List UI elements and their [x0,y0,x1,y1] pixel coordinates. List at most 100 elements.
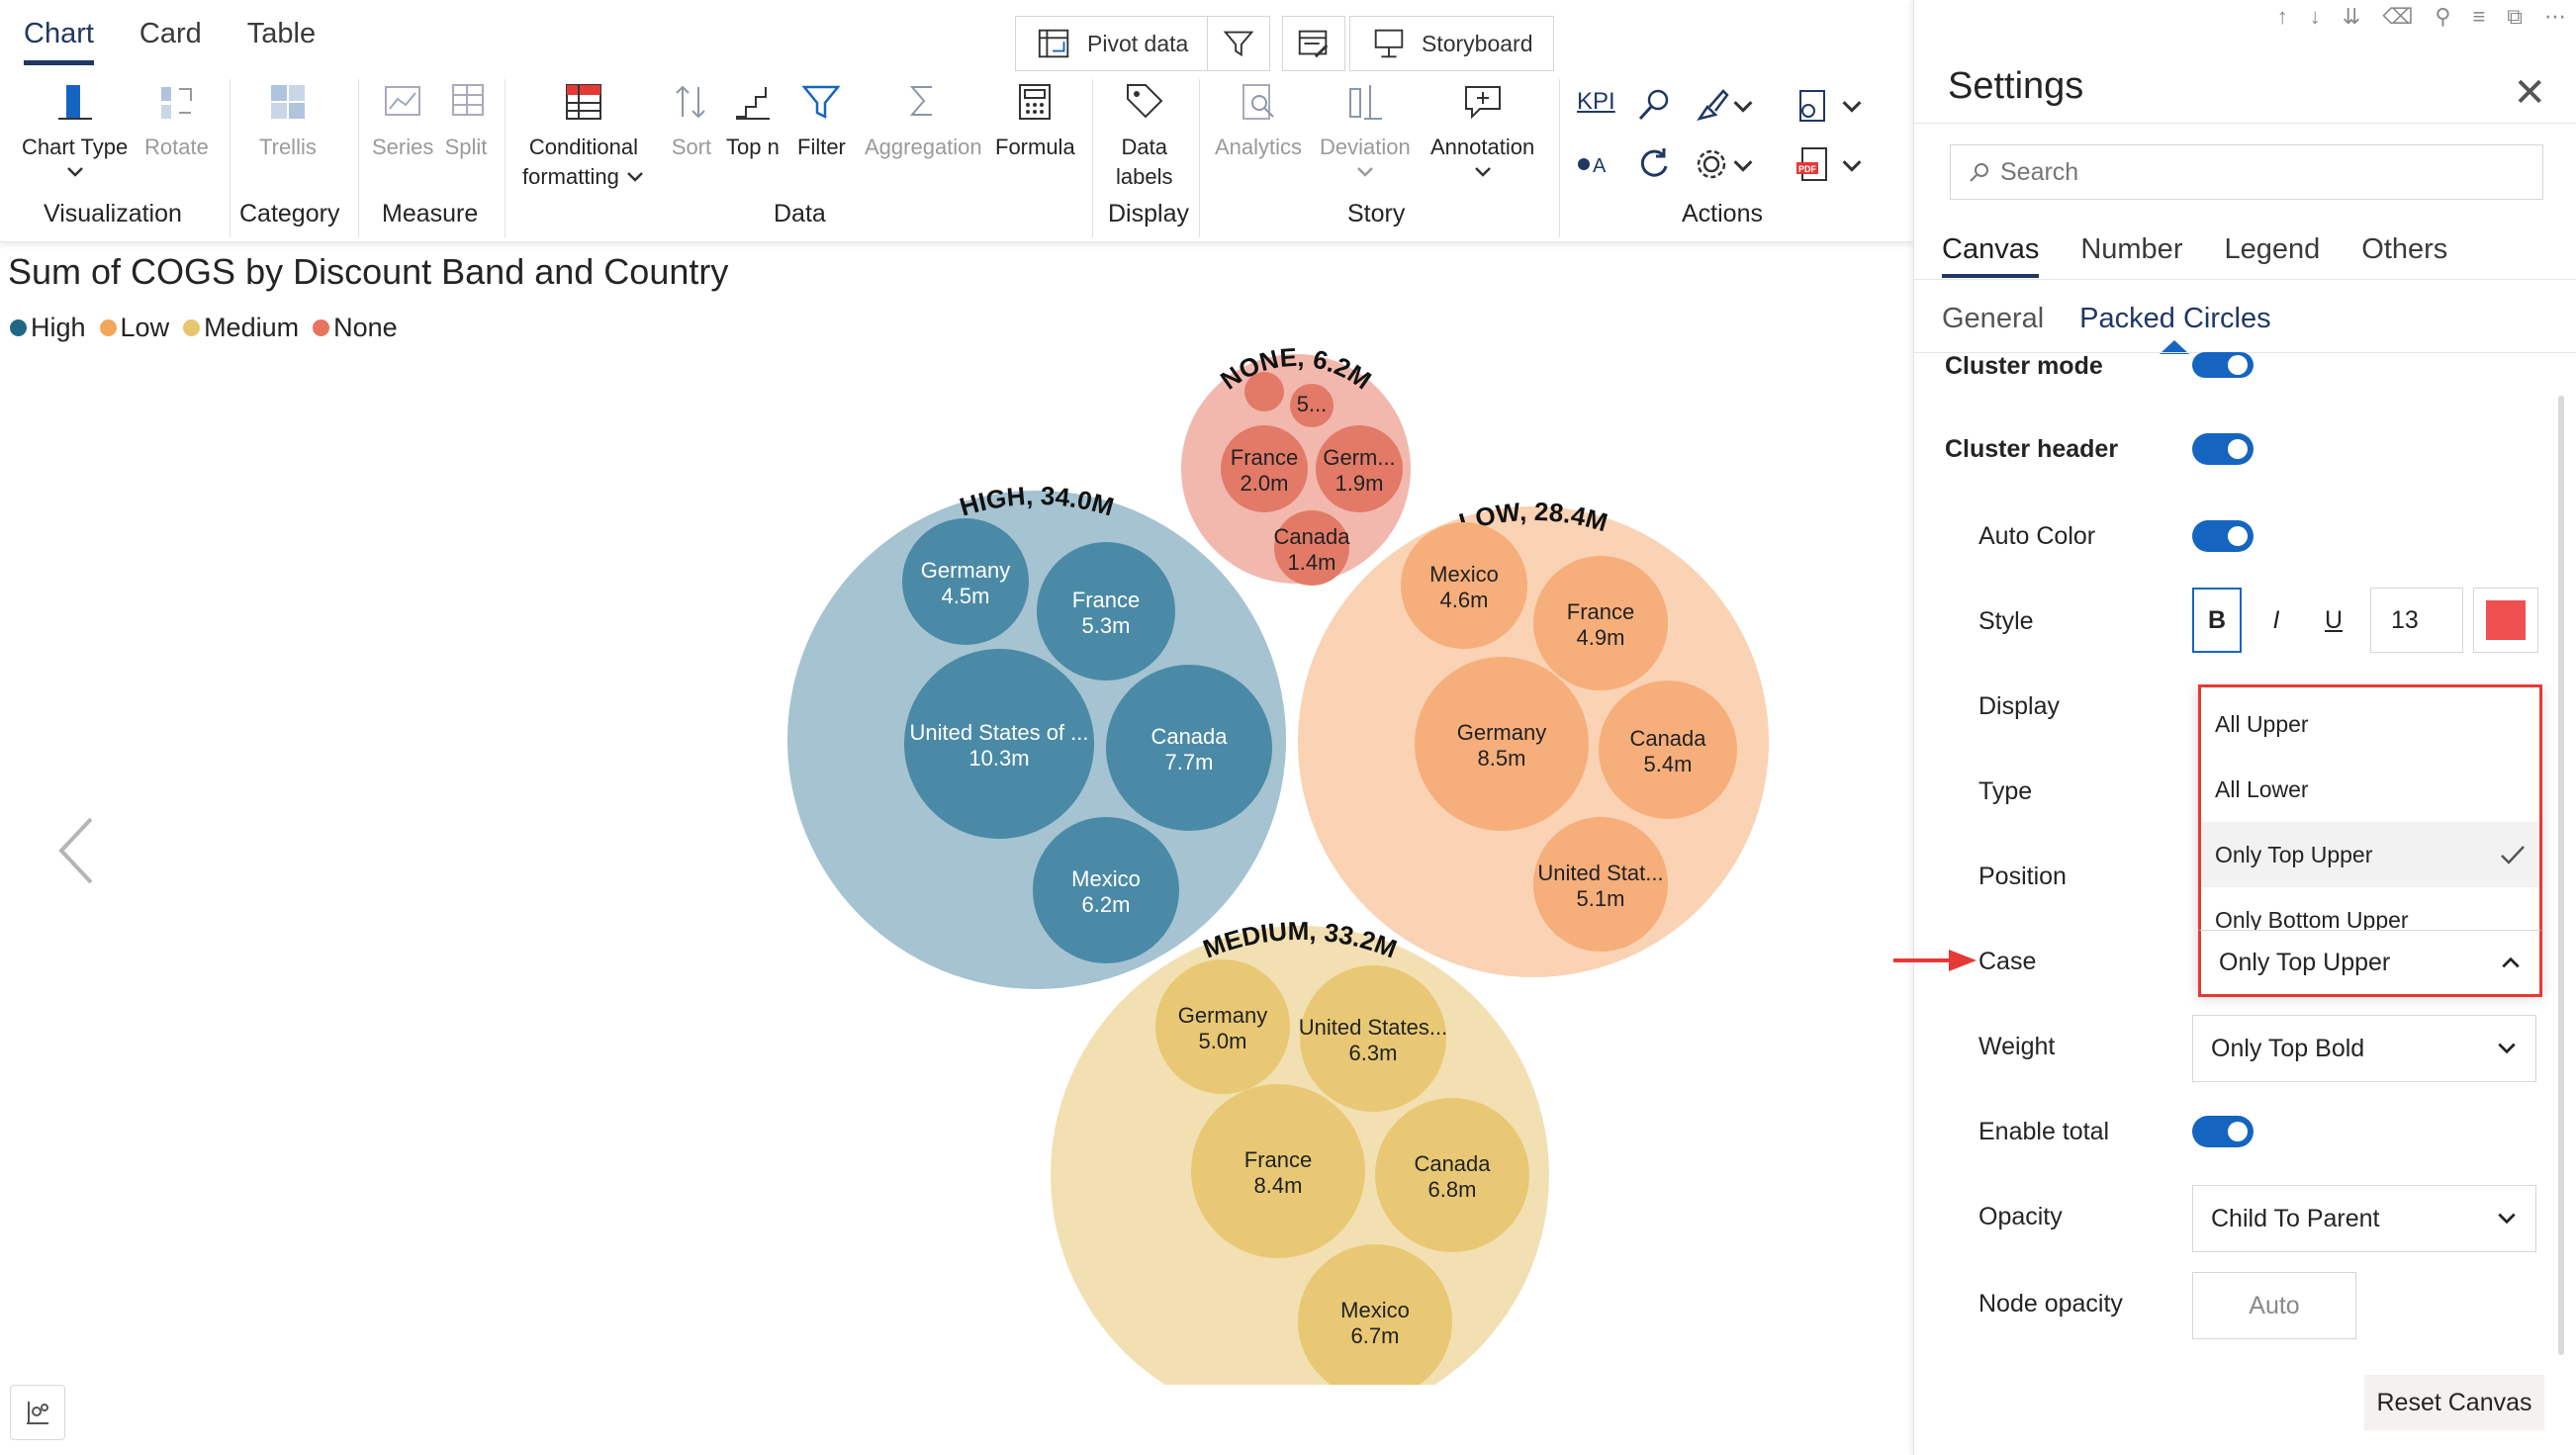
close-icon[interactable]: ✕ [2513,73,2546,113]
node-france[interactable]: France5.3m [1037,542,1175,681]
gear-icon[interactable] [1692,144,1731,184]
node-label: Mexico [1429,562,1499,587]
filter-lines-icon[interactable]: ≡ [2472,4,2485,30]
arrow-down-icon[interactable]: ↓ [2310,4,2321,30]
eraser-icon[interactable]: ⌫ [2382,4,2413,30]
pin-icon[interactable]: ⚲ [2435,4,2450,30]
double-arrow-down-icon[interactable]: ⇊ [2343,4,2360,30]
reset-canvas-button[interactable]: Reset Canvas [2364,1375,2544,1430]
node-value: 7.7m [1165,750,1214,774]
enable-total-toggle[interactable] [2192,1116,2254,1147]
trellis-button[interactable]: Trellis [259,79,317,162]
node-canada[interactable]: Canada6.8m [1375,1098,1529,1252]
subtab-packed-circles[interactable]: Packed Circles [2079,303,2270,335]
subtab-general[interactable]: General [1942,303,2044,335]
sort-button[interactable]: Sort [669,79,714,162]
export-settings-icon[interactable] [1793,85,1832,125]
edit-layout-button[interactable] [1282,16,1345,71]
split-icon [452,84,484,116]
refresh-icon[interactable] [1634,144,1674,184]
svg-text:A: A [1593,155,1607,177]
storyboard-button[interactable]: Storyboard [1349,16,1554,71]
node-canada[interactable]: Canada7.7m [1106,665,1272,831]
node-mexico[interactable]: Mexico4.6m [1401,522,1527,649]
node-label: Mexico [1340,1298,1410,1322]
tab-card[interactable]: Card [139,18,202,65]
node-mexico[interactable]: Mexico6.2m [1033,817,1179,963]
analytics-button[interactable]: Analytics [1215,79,1302,162]
tab-chart[interactable]: Chart [24,18,94,65]
paint-brush-icon[interactable] [1692,85,1731,125]
top-n-icon [735,87,770,120]
cluster-header-toggle[interactable] [2192,433,2254,465]
node-united-stat-[interactable]: United Stat...5.1m [1533,817,1668,952]
font-size-input[interactable]: 13 [2370,588,2463,653]
search-input[interactable] [2000,157,2515,187]
pdf-icon[interactable]: PDF [1793,144,1832,184]
color-swatch [2486,600,2526,640]
auto-color-toggle[interactable] [2192,520,2254,552]
aggregation-button[interactable]: Aggregation [865,79,982,162]
case-option-all-lower[interactable]: All Lower [2201,757,2539,822]
annotation-button[interactable]: Annotation [1430,79,1534,182]
node-germ-[interactable]: Germ...1.9m [1316,425,1403,512]
more-icon[interactable]: ⋯ [2544,4,2566,30]
italic-button[interactable]: I [2252,588,2301,653]
node-label: France [1072,588,1140,612]
tab-number[interactable]: Number [2080,233,2182,278]
chart-type-button[interactable]: Chart Type [22,79,128,182]
chart-settings-corner-button[interactable] [10,1385,65,1440]
top-n-button[interactable]: Top n [726,79,780,162]
kpi-button[interactable]: KPI [1577,87,1615,117]
previous-arrow-icon[interactable] [51,811,101,890]
data-labels-button[interactable]: Data labels [1116,79,1172,192]
rotate-label: Rotate [144,135,209,159]
node-canada[interactable]: Canada5.4m [1599,681,1737,819]
pivot-data-button[interactable]: Pivot data [1015,16,1210,71]
node-germany[interactable]: Germany8.5m [1415,657,1589,831]
series-button[interactable]: Series [372,79,433,162]
header-color-picker[interactable] [2473,588,2538,653]
search-icon[interactable] [1634,85,1674,125]
filter-button[interactable]: Filter [797,79,846,162]
formula-button[interactable]: Formula [995,79,1075,162]
tab-table[interactable]: Table [247,18,316,65]
node-germany[interactable]: Germany4.5m [902,518,1029,645]
node-united-states-[interactable]: United States...6.3m [1299,965,1447,1112]
case-select[interactable]: Only Top Upper [2198,930,2542,997]
deviation-button[interactable]: Deviation [1320,79,1411,182]
text-case-icon[interactable]: A [1575,144,1614,184]
underline-button[interactable]: U [2309,588,2358,653]
conditional-formatting-button[interactable]: Conditional formatting [522,79,645,192]
chevron-down-icon[interactable] [1731,154,1755,178]
node-france[interactable]: France4.9m [1533,556,1668,690]
group-divider [358,79,359,237]
weight-select[interactable]: Only Top Bold [2192,1015,2536,1082]
node-5-[interactable]: 5... [1290,384,1334,427]
formula-label: Formula [995,135,1075,159]
opacity-select[interactable]: Child To Parent [2192,1185,2536,1252]
chevron-down-icon[interactable] [1840,95,1864,119]
rotate-button[interactable]: Rotate [144,79,209,162]
arrow-up-icon[interactable]: ↑ [2277,4,2288,30]
node-united-states-of-[interactable]: United States of ...10.3m [904,649,1094,839]
node-france[interactable]: France8.4m [1191,1084,1365,1258]
tab-legend[interactable]: Legend [2224,233,2320,278]
tab-others[interactable]: Others [2361,233,2447,278]
settings-scrollbar[interactable] [2558,396,2564,1355]
case-option-only-top-upper[interactable]: Only Top Upper [2201,822,2539,887]
split-button[interactable]: Split [443,79,489,162]
bold-button[interactable]: B [2192,588,2242,653]
cluster-mode-toggle[interactable] [2192,352,2254,378]
chevron-down-icon[interactable] [1840,154,1864,178]
node-germany[interactable]: Germany5.0m [1155,959,1290,1094]
popout-icon[interactable]: ⧉ [2507,4,2523,30]
node-value: 2.0m [1241,471,1289,496]
tab-canvas[interactable]: Canvas [1942,233,2040,278]
node-opacity-input[interactable]: Auto [2192,1272,2356,1339]
chevron-down-icon[interactable] [1731,95,1755,119]
case-option-all-upper[interactable]: All Upper [2201,691,2539,757]
filter-funnel-button[interactable] [1207,16,1270,71]
node-circle-small[interactable] [1244,372,1284,411]
node-france[interactable]: France2.0m [1221,425,1308,512]
